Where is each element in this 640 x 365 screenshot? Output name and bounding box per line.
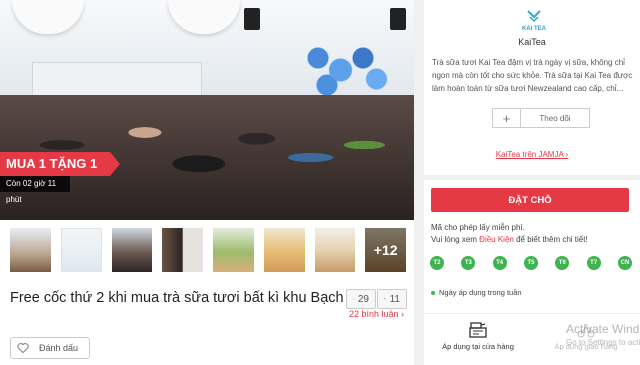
save-deal-button[interactable]: Đánh dấu [10,337,90,359]
note-prefix: Vui lòng xem [431,235,480,244]
follow-label: Theo dõi [539,113,571,123]
weekday-badge: T7 [586,256,601,270]
windows-activation-hint: Go to Settings to activate [566,338,640,347]
gallery-thumbnail[interactable] [60,228,102,272]
plus-icon: + [493,109,521,127]
hero-speaker [244,8,260,30]
channel-in-store[interactable]: Áp dụng tại cửa hàng [424,322,532,351]
comments-link[interactable]: 22 bình luận › [349,309,404,319]
upvote-count: 29 [357,293,369,305]
channel-in-store-label: Áp dụng tại cửa hàng [442,342,514,351]
book-button[interactable]: ĐẶT CHỖ [431,188,629,212]
hero-speaker [390,8,406,30]
store-jamja-link[interactable]: KaiTea trên JAMJA › [424,150,640,159]
thumbs-down-icon [384,298,386,300]
store-description: Trà sữa tươi Kai Tea đậm vị trà ngày vị … [432,58,633,93]
gallery-thumbnail[interactable] [10,228,51,272]
weekday-badge: T6 [555,256,570,270]
gallery-thumbnail-more[interactable]: +12 [365,228,407,272]
thumbnail-gallery: +12 [10,228,407,272]
gallery-thumbnail[interactable] [111,228,153,272]
heart-icon [17,342,29,354]
booking-note-line2: Vui lòng xem Điều Kiện để biết thêm chi … [431,234,636,246]
apply-days-label: Ngày áp dụng trong tuần [439,288,522,297]
gallery-more-count: +12 [365,228,407,272]
deal-title: Free cốc thứ 2 khi mua trà sữa tươi bất … [10,290,371,306]
upvote-button[interactable]: 29 [346,289,376,309]
promo-badge: MUA 1 TẶNG 1 [0,152,120,176]
store-name[interactable]: KaiTea [424,37,640,47]
downvote-count: 11 [389,293,400,305]
weekday-badge: T4 [492,256,507,270]
logo-text: KAI TEA [522,26,547,32]
note-suffix: để biết thêm chi tiết! [513,235,588,244]
gallery-thumbnail[interactable] [162,228,204,272]
downvote-button[interactable]: 11 [377,289,407,309]
gallery-thumbnail[interactable] [213,228,254,272]
follow-button[interactable]: + Theo dõi [492,108,590,128]
windows-activation-watermark: Activate Windows [566,322,640,336]
conditions-link[interactable]: Điều Kiện [479,235,514,244]
weekday-badge: T5 [523,256,538,270]
apply-days-note: Ngày áp dụng trong tuần [431,288,522,297]
deal-hero-image[interactable]: MUA 1 TẶNG 1 Còn 02 giờ 11 phút [0,0,414,220]
weekday-badge: CN [617,256,632,270]
countdown-timer: Còn 02 giờ 11 phút [0,176,70,204]
gallery-thumbnail[interactable] [263,228,305,272]
booking-note-line1: Mã cho phép lấy miễn phí. [431,223,525,232]
booking-note: Mã cho phép lấy miễn phí. Vui lòng xem Đ… [431,222,636,246]
deal-main-panel: MUA 1 TẶNG 1 Còn 02 giờ 11 phút +12 Free… [0,0,414,365]
kaitea-logo[interactable]: KAI TEA [519,8,549,34]
weekday-badge: T2 [430,256,444,270]
weekday-badge: T3 [461,256,476,270]
weekday-list: T2 T3 T4 T5 T6 T7 CN [430,256,632,270]
gallery-thumbnail[interactable] [314,228,356,272]
thumbs-up-icon [353,298,354,300]
save-deal-label: Đánh dấu [39,343,79,353]
green-dot-icon [431,290,435,295]
store-counter-icon [469,322,487,338]
hero-balloons [300,40,390,100]
store-card: KAI TEA KaiTea Trà sữa tươi Kai Tea đậm … [424,0,640,175]
